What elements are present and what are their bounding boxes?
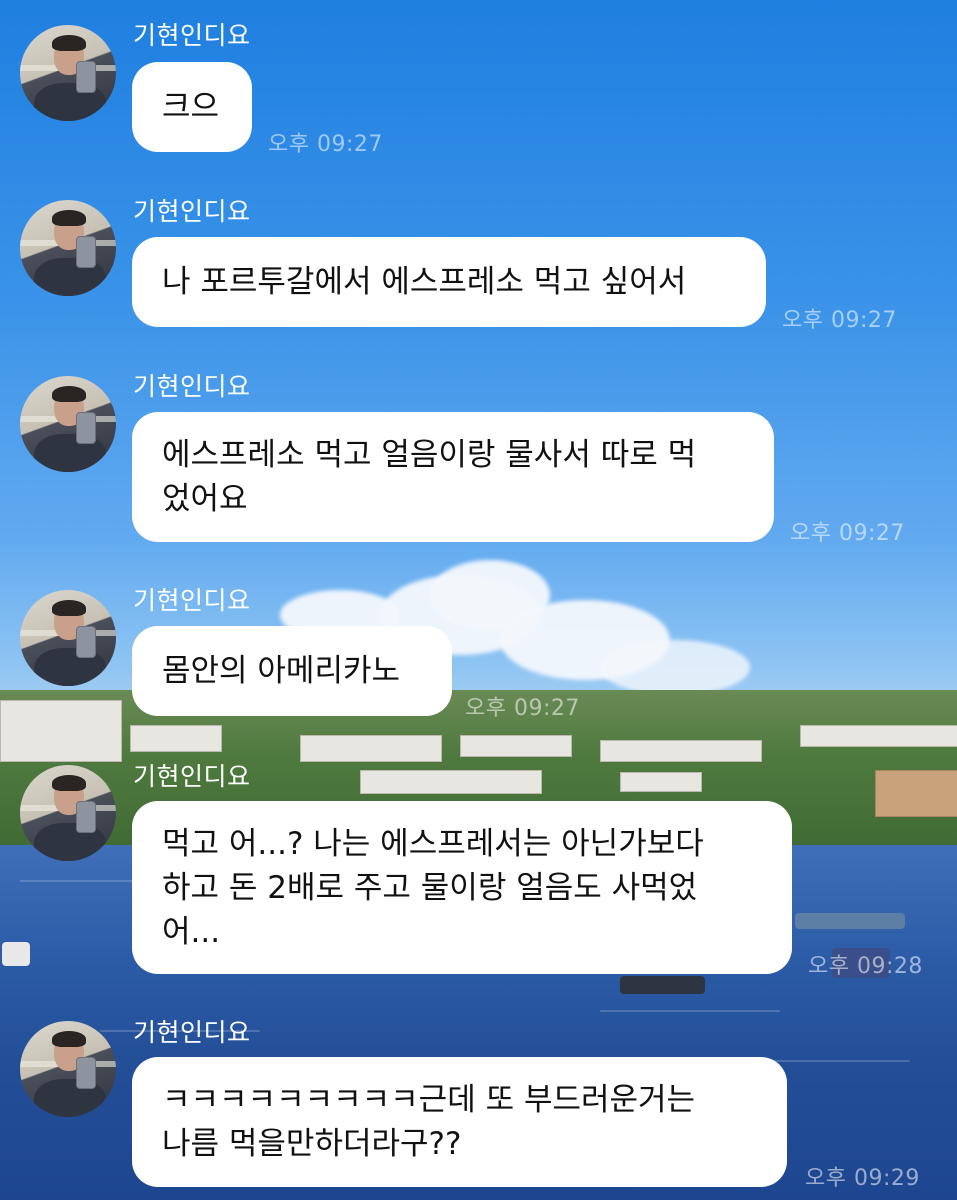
message-text-line: ㅋㅋㅋㅋㅋㅋㅋㅋㅋ근데 또 부드러운거는 xyxy=(162,1082,696,1118)
sender-name: 기현인디요 xyxy=(133,586,251,615)
avatar[interactable] xyxy=(20,200,116,296)
chat-thread[interactable]: 기현인디요 크으 오후 09:27 기현인디요 나 포르투갈에서 에스프레소 먹… xyxy=(0,0,957,1200)
message-text-line: 먹고 어...? 나는 에스프레서는 아닌가보다 xyxy=(162,825,704,862)
message-text-line: 에스프레소 먹고 얼음이랑 물사서 따로 먹 xyxy=(162,437,697,473)
message-bubble[interactable]: 몸안의 아메리카노 xyxy=(132,626,452,716)
message-time: 오후 09:27 xyxy=(268,132,383,157)
message-bubble[interactable]: 나 포르투갈에서 에스프레소 먹고 싶어서 xyxy=(132,237,766,327)
message-bubble[interactable]: 크으 xyxy=(132,62,252,152)
avatar[interactable] xyxy=(20,765,116,861)
sender-name: 기현인디요 xyxy=(133,762,251,791)
message-time: 오후 09:27 xyxy=(465,696,580,721)
sender-name: 기현인디요 xyxy=(133,372,251,401)
message-time: 오후 09:29 xyxy=(805,1166,920,1191)
avatar[interactable] xyxy=(20,376,116,472)
sender-name: 기현인디요 xyxy=(133,197,251,226)
message-time: 오후 09:27 xyxy=(790,521,905,546)
message-bubble[interactable]: 에스프레소 먹고 얼음이랑 물사서 따로 먹 었어요 xyxy=(132,412,774,542)
message-text: 크으 xyxy=(162,89,220,125)
message-text: 몸안의 아메리카노 xyxy=(162,653,401,689)
message-bubble[interactable]: 먹고 어...? 나는 에스프레서는 아닌가보다 하고 돈 2배로 주고 물이랑… xyxy=(132,801,792,974)
message-text: 나 포르투갈에서 에스프레소 먹고 싶어서 xyxy=(162,264,687,300)
message-time: 오후 09:28 xyxy=(808,954,923,979)
message-time: 오후 09:27 xyxy=(782,308,897,333)
sender-name: 기현인디요 xyxy=(133,21,251,50)
message-bubble[interactable]: ㅋㅋㅋㅋㅋㅋㅋㅋㅋ근데 또 부드러운거는 나름 먹을만하더라구?? xyxy=(132,1057,787,1187)
message-text-line: 었어요 xyxy=(162,481,248,517)
message-text-line: 어... xyxy=(162,913,221,950)
avatar[interactable] xyxy=(20,25,116,121)
avatar[interactable] xyxy=(20,590,116,686)
sender-name: 기현인디요 xyxy=(133,1018,251,1047)
message-text-line: 하고 돈 2배로 주고 물이랑 얼음도 사먹었 xyxy=(162,869,698,906)
avatar[interactable] xyxy=(20,1021,116,1117)
message-text-line: 나름 먹을만하더라구?? xyxy=(162,1126,462,1162)
